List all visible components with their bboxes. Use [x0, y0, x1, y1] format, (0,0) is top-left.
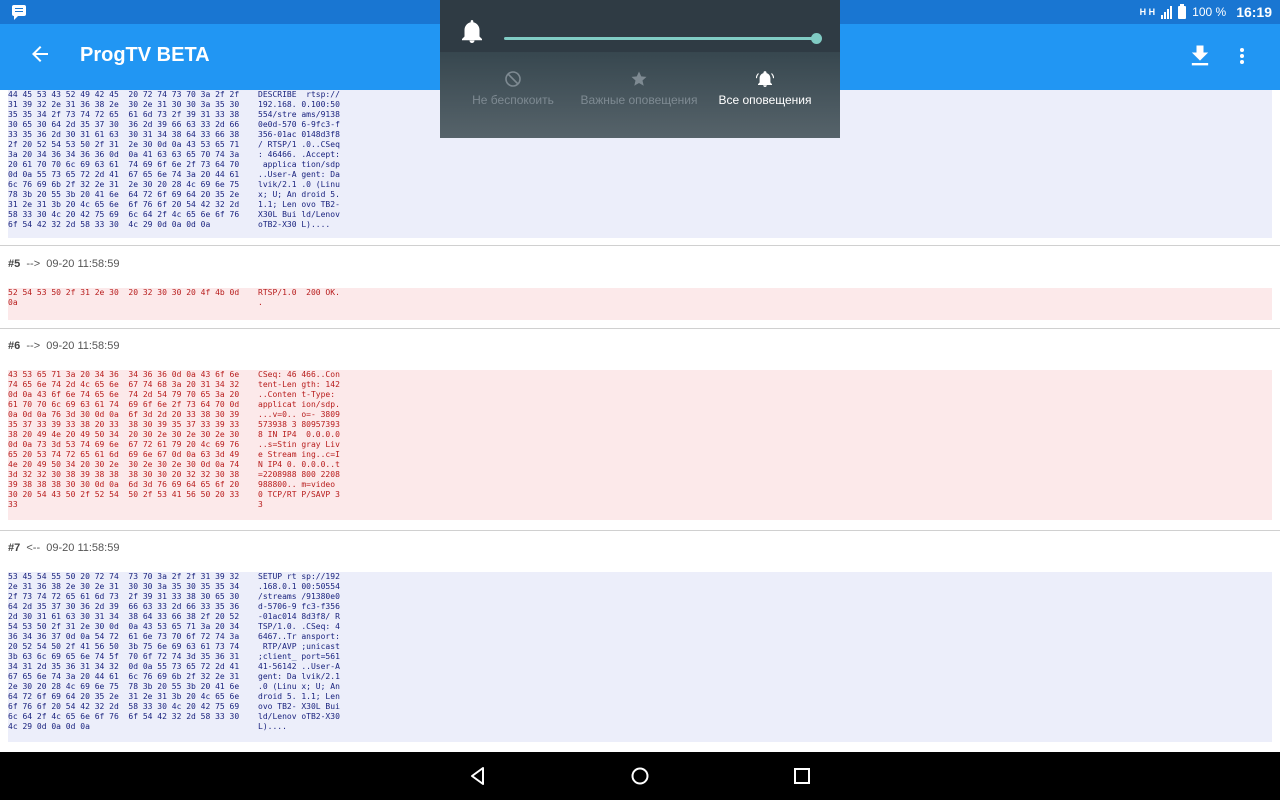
- packet-hex-dump: 44 45 53 43 52 49 42 45 20 72 74 73 70 3…: [8, 90, 240, 229]
- packet-ascii-dump: DESCRIBE rtsp:// 192.168. 0.100:50 554/s…: [258, 90, 340, 229]
- option-label: Не беспокоить: [472, 93, 554, 107]
- packet-direction: -->: [26, 258, 41, 270]
- packet-number: #5: [8, 258, 21, 270]
- packet-time: 09-20 11:58:59: [46, 258, 120, 270]
- star-icon: [631, 71, 647, 86]
- packet-hex-dump: 53 45 54 55 50 20 72 74 73 70 3a 2f 2f 3…: [8, 572, 240, 731]
- packet-header[interactable]: #6 --> 09-20 11:58:59: [8, 340, 119, 352]
- packet-log[interactable]: 44 45 53 43 52 49 42 45 20 72 74 73 70 3…: [0, 90, 1280, 752]
- packet-hex-dump: 43 53 65 71 3a 20 34 36 34 36 36 0d 0a 4…: [8, 370, 240, 509]
- packet-time: 09-20 11:58:59: [46, 340, 120, 352]
- bell-ringing-icon: [756, 71, 774, 87]
- divider: [0, 245, 1280, 246]
- signal-icon: [1161, 5, 1173, 19]
- nav-back-icon[interactable]: [468, 766, 488, 786]
- battery-percent: 100 %: [1192, 5, 1227, 19]
- packet-hex-dump: 52 54 53 50 2f 31 2e 30 20 32 30 30 20 4…: [8, 288, 240, 307]
- packet-number: #7: [8, 542, 21, 554]
- packet-direction: -->: [26, 340, 41, 352]
- navigation-bar: [0, 752, 1280, 800]
- packet-time: 09-20 11:58:59: [46, 542, 120, 554]
- packet-data-block: 52 54 53 50 2f 31 2e 30 20 32 30 30 20 4…: [8, 288, 1272, 320]
- back-arrow-icon[interactable]: [28, 42, 52, 66]
- download-icon[interactable]: [1186, 42, 1214, 70]
- divider: [0, 328, 1280, 329]
- notification-message-icon: [12, 5, 26, 20]
- option-label: Важные оповещения: [580, 93, 698, 107]
- packet-number: #6: [8, 340, 21, 352]
- packet-header[interactable]: #5 --> 09-20 11:58:59: [8, 258, 119, 270]
- nav-home-icon[interactable]: [630, 766, 650, 786]
- packet-data-block: 43 53 65 71 3a 20 34 36 34 36 36 0d 0a 4…: [8, 370, 1272, 520]
- packet-ascii-dump: CSeq: 46 466..Con tent-Len gth: 142 ..Co…: [258, 370, 340, 509]
- packet-direction: <--: [26, 542, 41, 554]
- notification-volume-panel: Не беспокоить Важные оповещения Все опов…: [440, 0, 840, 138]
- option-important-notifications[interactable]: Важные оповещения: [574, 70, 704, 108]
- bell-icon[interactable]: [460, 18, 484, 44]
- option-all-notifications[interactable]: Все оповещения: [700, 70, 830, 108]
- more-vert-icon[interactable]: [1232, 44, 1252, 68]
- page-title: ProgTV BETA: [80, 44, 210, 66]
- volume-slider-thumb[interactable]: [811, 33, 822, 44]
- nav-recents-icon[interactable]: [792, 766, 812, 786]
- packet-data-block: 53 45 54 55 50 20 72 74 73 70 3a 2f 2f 3…: [8, 572, 1272, 742]
- status-indicators: H H 100 % 16:19: [1140, 0, 1272, 24]
- packet-ascii-dump: SETUP rt sp://192 .168.0.1 00:50554 /str…: [258, 572, 340, 731]
- packet-ascii-dump: RTSP/1.0 200 OK. .: [258, 288, 340, 307]
- divider: [0, 530, 1280, 531]
- volume-slider[interactable]: [504, 37, 816, 40]
- packet-header[interactable]: #7 <-- 09-20 11:58:59: [8, 542, 119, 554]
- network-type-label: H H: [1139, 7, 1156, 17]
- status-time: 16:19: [1236, 4, 1272, 20]
- option-do-not-disturb[interactable]: Не беспокоить: [448, 70, 578, 108]
- do-not-disturb-icon: [505, 71, 521, 87]
- option-label: Все оповещения: [718, 93, 812, 107]
- battery-icon: [1178, 3, 1187, 19]
